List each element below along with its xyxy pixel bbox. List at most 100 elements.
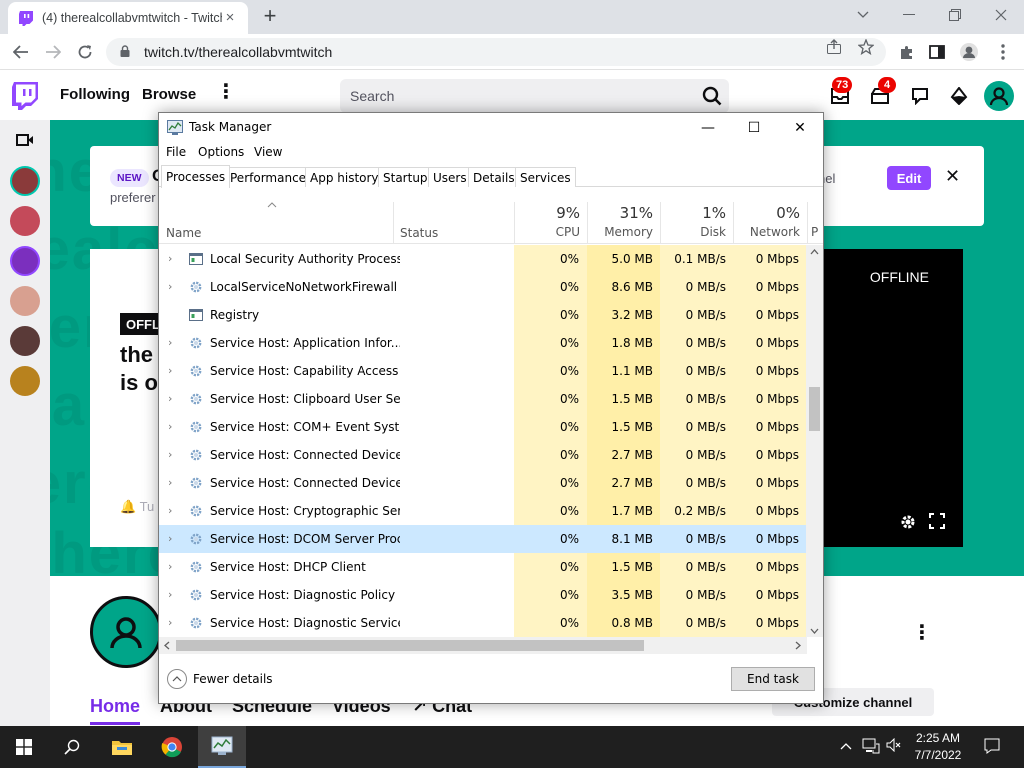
notifications-icon[interactable] — [984, 738, 1000, 757]
taskbar-clock[interactable]: 2:25 AM 7/7/2022 — [900, 730, 976, 764]
window-restore-icon[interactable] — [940, 4, 970, 26]
user-avatar[interactable] — [984, 81, 1014, 111]
tab-performance[interactable]: Performance — [225, 167, 312, 187]
share-icon[interactable] — [826, 39, 842, 60]
table-row[interactable]: Registry 0% 3.2 MB 0 MB/s 0 Mbps — [159, 301, 807, 329]
network-icon[interactable] — [862, 738, 880, 757]
nav-browse-link[interactable]: Browse — [142, 86, 196, 103]
expand-chevron-icon[interactable]: › — [168, 588, 172, 601]
bookmark-star-icon[interactable] — [857, 38, 875, 60]
table-row[interactable]: › Service Host: Application Infor... 0% 1.8… — [159, 329, 807, 357]
search-icon[interactable] — [695, 79, 729, 113]
column-header-network[interactable]: Network — [733, 225, 800, 239]
expand-chevron-icon[interactable]: › — [168, 448, 172, 461]
window-minimize-icon[interactable] — [894, 4, 924, 26]
tab-details[interactable]: Details — [468, 167, 520, 187]
expand-chevron-icon[interactable]: › — [168, 532, 172, 545]
table-row[interactable]: › Service Host: COM+ Event Syste... 0% 1.5 … — [159, 413, 807, 441]
tm-minimize-icon[interactable]: — — [685, 113, 731, 143]
fullscreen-icon[interactable] — [929, 513, 945, 534]
table-row[interactable]: › LocalServiceNoNetworkFirewall ... 0% 8.6 … — [159, 273, 807, 301]
followed-channel-avatar[interactable] — [10, 326, 40, 356]
horizontal-scroll-thumb[interactable] — [176, 640, 644, 651]
fewer-details-link[interactable]: Fewer details — [193, 672, 273, 686]
channel-avatar[interactable] — [90, 596, 162, 668]
nav-more-icon[interactable]: ⋮ — [216, 82, 236, 102]
profile-icon[interactable] — [956, 40, 982, 64]
followed-channel-avatar[interactable] — [10, 246, 40, 276]
followed-channel-avatar[interactable] — [10, 166, 40, 196]
table-row[interactable]: › Service Host: Capability Access ... 0% 1.… — [159, 357, 807, 385]
expand-chevron-icon[interactable]: › — [168, 252, 172, 265]
scroll-left-arrow-icon[interactable] — [164, 641, 170, 653]
task-manager-taskbar-icon[interactable] — [198, 726, 246, 768]
table-row[interactable]: › Service Host: Diagnostic Policy ... 0% 3.… — [159, 581, 807, 609]
table-row[interactable]: › Service Host: Diagnostic Service... 0% 0.… — [159, 609, 807, 637]
task-manager-titlebar[interactable]: Task Manager — ☐ ✕ — [159, 113, 823, 143]
tab-startup[interactable]: Startup — [378, 167, 433, 187]
back-arrow-icon[interactable] — [8, 40, 34, 64]
notification-bell-text[interactable]: 🔔 Tu — [120, 499, 154, 515]
table-row[interactable]: › Service Host: DHCP Client 0% 1.5 MB 0 MB/s… — [159, 553, 807, 581]
table-row[interactable]: › Service Host: DCOM Server Proc... 0% 8.1 … — [159, 525, 807, 553]
settings-gear-icon[interactable] — [899, 513, 917, 536]
cpu-total[interactable]: 9% — [514, 204, 580, 222]
vertical-scroll-thumb[interactable] — [809, 387, 820, 431]
video-player[interactable]: OFFLINE — [823, 249, 963, 547]
search-icon[interactable] — [48, 726, 96, 768]
column-header-disk[interactable]: Disk — [660, 225, 726, 239]
chevron-up-icon[interactable] — [167, 669, 187, 689]
channel-tab-home[interactable]: Home — [90, 696, 140, 717]
tray-chevron-up-icon[interactable] — [840, 738, 852, 753]
scroll-down-arrow-icon[interactable] — [810, 627, 819, 637]
chrome-icon[interactable] — [148, 726, 196, 768]
vertical-scrollbar[interactable] — [806, 245, 823, 637]
twitch-logo-icon[interactable] — [12, 82, 38, 115]
expand-chevron-icon[interactable]: › — [168, 504, 172, 517]
browser-tab[interactable]: (4) therealcollabvmtwitch - Twitch × — [8, 2, 248, 34]
tab-processes[interactable]: Processes — [161, 165, 231, 188]
network-total[interactable]: 0% — [733, 204, 800, 222]
new-tab-button[interactable]: + — [259, 5, 281, 28]
disk-total[interactable]: 1% — [660, 204, 726, 222]
followed-channel-avatar[interactable] — [10, 206, 40, 236]
scroll-right-arrow-icon[interactable] — [795, 641, 801, 653]
expand-chevron-icon[interactable]: › — [168, 560, 172, 573]
extensions-puzzle-icon[interactable] — [894, 40, 920, 64]
tm-close-icon[interactable]: ✕ — [777, 113, 823, 143]
menu-options[interactable]: Options — [198, 145, 244, 159]
expand-chevron-icon[interactable]: › — [168, 616, 172, 629]
tab-users[interactable]: Users — [428, 167, 472, 187]
table-row[interactable]: › Service Host: Cryptographic Ser... 0% 1.7… — [159, 497, 807, 525]
scroll-up-arrow-icon[interactable] — [810, 248, 819, 258]
menu-file[interactable]: File — [166, 145, 186, 159]
table-row[interactable]: › Local Security Authority Process... 0% 5.… — [159, 245, 807, 273]
end-task-button[interactable]: End task — [731, 667, 815, 691]
table-row[interactable]: › Service Host: Connected Device... 0% 2.7 … — [159, 469, 807, 497]
column-header-overflow[interactable]: P — [811, 225, 821, 239]
twitch-search-input[interactable]: Search — [340, 79, 695, 113]
window-close-icon[interactable] — [986, 4, 1016, 26]
followed-channel-avatar[interactable] — [10, 286, 40, 316]
tab-services[interactable]: Services — [515, 167, 576, 187]
chevron-down-icon[interactable] — [848, 4, 878, 26]
close-icon[interactable]: ✕ — [945, 166, 960, 187]
channel-more-icon[interactable]: ⋮ — [912, 620, 932, 645]
chrome-menu-icon[interactable] — [990, 40, 1016, 64]
nav-following-link[interactable]: Following — [60, 86, 130, 103]
file-explorer-icon[interactable] — [98, 726, 146, 768]
side-panel-icon[interactable] — [924, 40, 950, 64]
table-row[interactable]: › Service Host: Connected Device... 0% 2.7 … — [159, 441, 807, 469]
table-row[interactable]: › Service Host: Clipboard User Ser... 0% 1.… — [159, 385, 807, 413]
column-header-name[interactable]: Name — [166, 226, 201, 240]
windows-start-icon[interactable] — [0, 726, 48, 768]
column-header-status[interactable]: Status — [400, 226, 438, 240]
menu-view[interactable]: View — [254, 145, 282, 159]
horizontal-scrollbar[interactable] — [159, 637, 807, 654]
expand-chevron-icon[interactable]: › — [168, 476, 172, 489]
whispers-icon[interactable] — [908, 84, 932, 108]
forward-arrow-icon[interactable] — [40, 40, 66, 64]
address-bar[interactable]: twitch.tv/therealcollabvmtwitch — [106, 38, 886, 66]
expand-chevron-icon[interactable]: › — [168, 364, 172, 377]
column-header-memory[interactable]: Memory — [587, 225, 653, 239]
